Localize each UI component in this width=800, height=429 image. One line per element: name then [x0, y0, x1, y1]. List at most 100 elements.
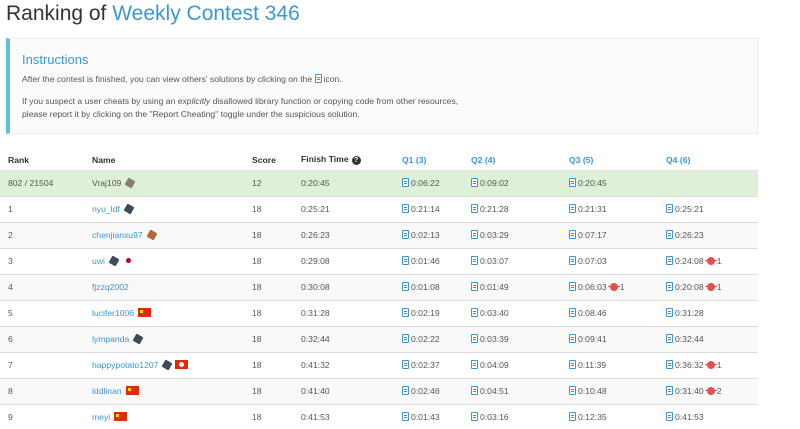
file-code-icon	[402, 412, 409, 422]
q4-solution-link[interactable]: 0:31:28	[666, 308, 704, 318]
q4-solution-link[interactable]: 0:31:40	[666, 386, 704, 396]
q1-time: 0:02:37	[411, 360, 440, 370]
q2-solution-link[interactable]: 0:03:29	[471, 230, 509, 240]
q4-cell: 0:26:23	[658, 221, 758, 248]
q1-time: 0:21:14	[411, 204, 440, 214]
file-code-icon	[471, 204, 478, 213]
file-code-icon	[471, 230, 478, 239]
q1-solution-link[interactable]: 0:01:46	[402, 256, 440, 266]
q3-solution-link[interactable]: 0:09:41	[569, 334, 607, 344]
q4-time: 0:31:40	[675, 386, 704, 396]
q2-solution-link[interactable]: 0:04:09	[471, 360, 509, 370]
q3-time: 0:11:39	[578, 360, 607, 370]
q1-solution-link[interactable]: 0:21:14	[402, 204, 440, 214]
q2-solution-link[interactable]: 0:03:39	[471, 334, 509, 344]
table-header-row: Rank Name Score Finish Time? Q1 (3) Q2 (…	[0, 150, 758, 171]
q3-solution-link[interactable]: 0:07:03	[569, 256, 607, 266]
q2-cell: 0:01:49	[463, 273, 561, 300]
username-link[interactable]: lympanda	[92, 334, 129, 344]
q1-solution-link[interactable]: 0:01:43	[402, 412, 440, 422]
q4-time: 0:26:23	[675, 230, 704, 240]
q1-solution-link[interactable]: 0:06:22	[402, 178, 440, 188]
file-code-icon	[569, 386, 576, 395]
q1-solution-link[interactable]: 0:02:46	[402, 386, 440, 396]
q1-cell: 0:02:22	[394, 325, 463, 352]
q3-solution-link[interactable]: 0:07:17	[569, 230, 607, 240]
q3-solution-link[interactable]: 0:12:35	[569, 412, 607, 422]
q2-solution-link[interactable]: 0:09:02	[471, 178, 509, 188]
username-link[interactable]: uwi	[92, 256, 105, 266]
q3-solution-link[interactable]: 0:10:48	[569, 386, 607, 396]
q4-solution-link[interactable]: 0:26:23	[666, 230, 704, 240]
header-q3[interactable]: Q3 (5)	[561, 150, 658, 171]
username-link[interactable]: chenjianxu97	[92, 230, 143, 240]
username-link[interactable]: lucifer1006	[92, 308, 134, 318]
name-cell: Vraj109	[84, 169, 244, 196]
q4-solution-link[interactable]: 0:20:08	[666, 282, 704, 292]
username-link[interactable]: nyu_ldf	[92, 204, 120, 214]
q1-cell: 0:06:22	[394, 169, 463, 196]
q3-solution-link[interactable]: 0:08:46	[569, 308, 607, 318]
rank-cell: 7	[0, 351, 84, 378]
header-q4[interactable]: Q4 (6)	[658, 150, 758, 171]
score-cell: 18	[244, 403, 293, 429]
q4-time: 0:36:32	[675, 360, 704, 370]
q3-time: 0:06:03	[578, 282, 607, 292]
q3-time: 0:08:46	[578, 308, 607, 318]
file-code-icon	[666, 412, 673, 422]
q1-cell: 0:02:13	[394, 221, 463, 248]
q1-solution-link[interactable]: 0:01:08	[402, 282, 440, 292]
username-link[interactable]: happypotato1207	[92, 360, 158, 370]
name-cell: happypotato1207	[84, 351, 244, 378]
q3-solution-link[interactable]: 0:06:03	[569, 282, 607, 292]
file-code-icon	[569, 204, 576, 213]
q2-cell: 0:03:29	[463, 221, 561, 248]
ranking-body: 802 / 21504 Vraj109 12 0:20:45 0:06:22 0:09:0…	[0, 169, 758, 429]
q2-solution-link[interactable]: 0:03:40	[471, 308, 509, 318]
q2-solution-link[interactable]: 0:03:16	[471, 412, 509, 422]
q1-time: 0:02:13	[411, 230, 440, 240]
file-code-icon	[402, 386, 409, 395]
contest-name-link[interactable]: Weekly Contest 346	[112, 2, 300, 25]
q1-time: 0:06:22	[411, 178, 440, 188]
rank-cell: 9	[0, 403, 84, 429]
q1-solution-link[interactable]: 0:02:19	[402, 308, 440, 318]
q4-solution-link[interactable]: 0:36:32	[666, 360, 704, 370]
q2-solution-link[interactable]: 0:21:28	[471, 204, 509, 214]
q4-time: 0:25:21	[675, 204, 704, 214]
q1-cell: 0:01:46	[394, 247, 463, 274]
q3-solution-link[interactable]: 0:11:39	[569, 360, 606, 370]
q4-solution-link[interactable]: 0:25:21	[666, 204, 704, 214]
file-code-icon	[569, 334, 576, 343]
q1-solution-link[interactable]: 0:02:22	[402, 334, 440, 344]
header-q1[interactable]: Q1 (3)	[394, 150, 463, 171]
username-link[interactable]: lddlinan	[92, 386, 122, 396]
q2-solution-link[interactable]: 0:01:49	[471, 282, 509, 292]
username-link[interactable]: meyi	[92, 412, 110, 422]
name-cell: nyu_ldf	[84, 195, 244, 222]
q3-solution-link[interactable]: 0:20:45	[569, 178, 607, 188]
score-cell: 18	[244, 195, 293, 222]
q4-solution-link[interactable]: 0:24:08	[666, 256, 704, 266]
flag-cn-icon	[114, 412, 128, 422]
flag-hk-icon	[175, 360, 189, 369]
header-q2[interactable]: Q2 (4)	[463, 150, 561, 171]
q2-solution-link[interactable]: 0:04:51	[471, 386, 509, 396]
file-code-icon	[569, 308, 576, 317]
ranking-table: Rank Name Score Finish Time? Q1 (3) Q2 (…	[0, 150, 758, 429]
file-code-icon	[666, 256, 673, 265]
q1-solution-link[interactable]: 0:02:13	[402, 230, 440, 240]
q4-solution-link[interactable]: 0:32:44	[666, 334, 704, 344]
instructions-line-2: If you suspect a user cheats by using an…	[22, 95, 458, 108]
file-code-icon	[569, 230, 576, 239]
username-link[interactable]: fjzzq2002	[92, 282, 129, 292]
finish-time-cell: 0:29:08	[293, 247, 394, 274]
header-name: Name	[84, 150, 244, 171]
q3-solution-link[interactable]: 0:21:31	[569, 204, 607, 214]
finish-time-cell: 0:41:53	[293, 403, 394, 429]
question-circle-icon[interactable]: ?	[351, 156, 361, 166]
q2-solution-link[interactable]: 0:03:07	[471, 256, 509, 266]
q4-solution-link[interactable]: 0:41:53	[666, 412, 704, 422]
q1-solution-link[interactable]: 0:02:37	[402, 360, 440, 370]
wrong-submission-count: 1	[716, 282, 722, 292]
